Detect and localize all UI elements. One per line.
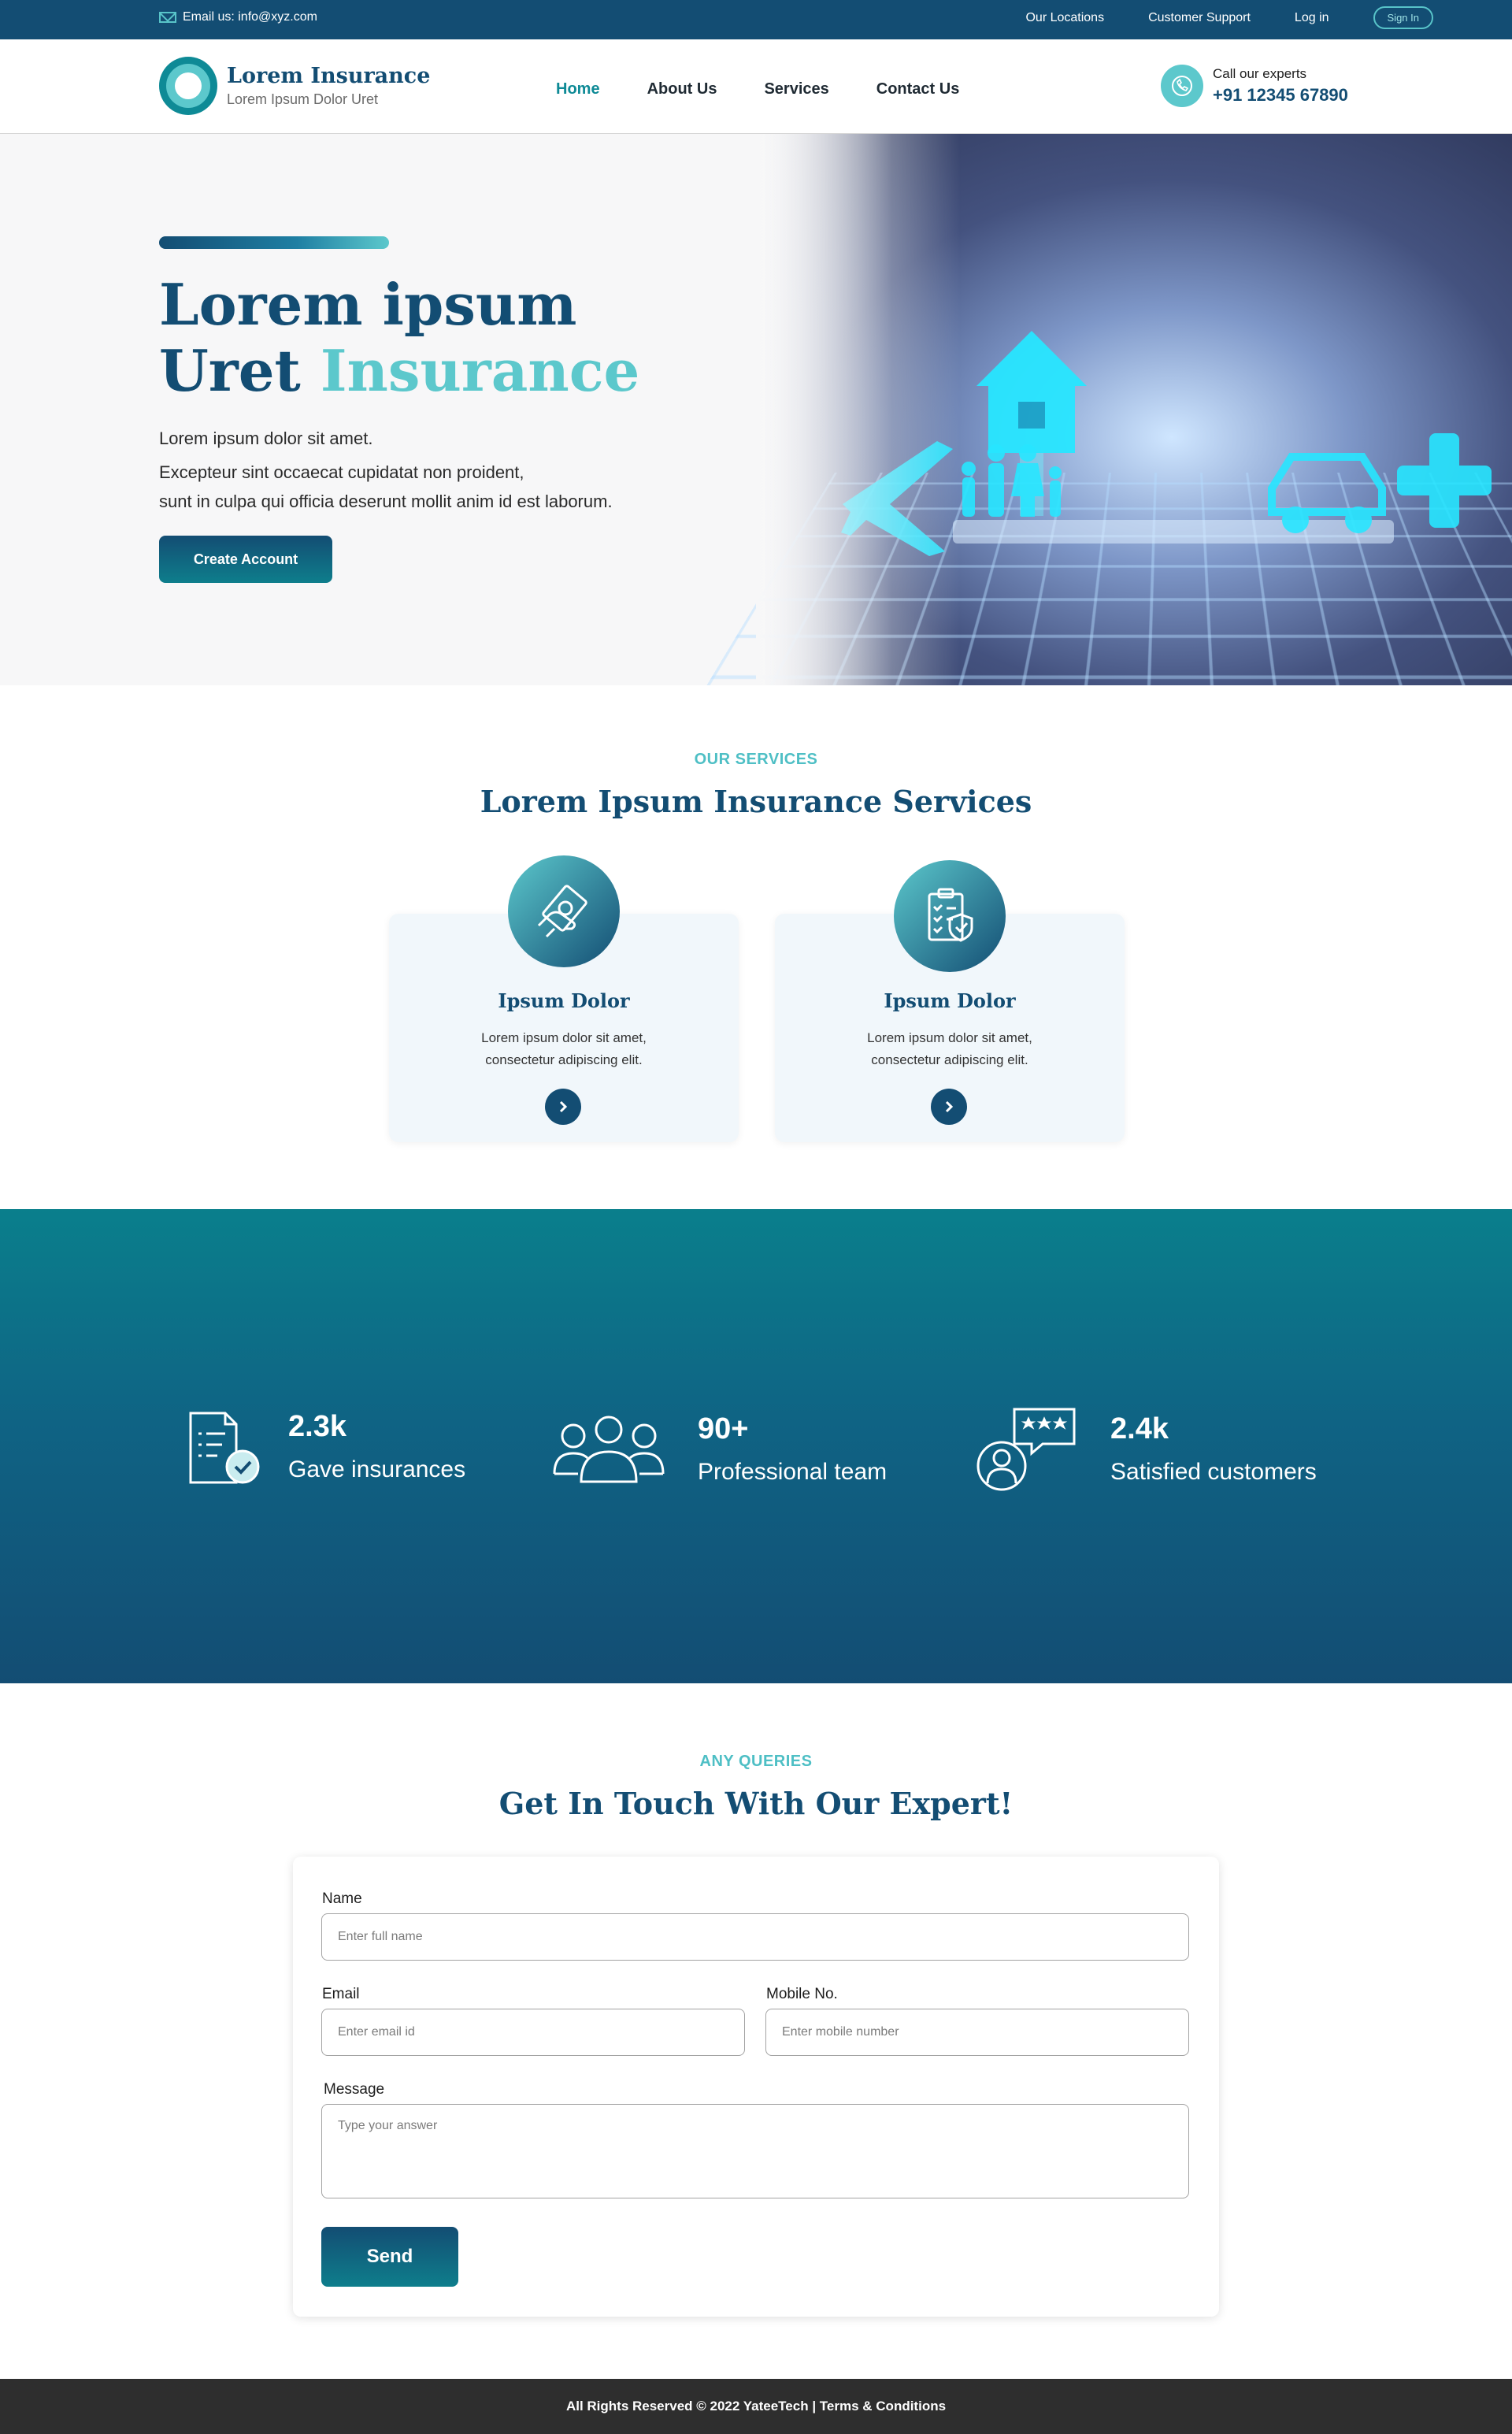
stat-item: 90+ Professional team [551, 1412, 887, 1488]
logo[interactable]: Lorem Insurance Lorem Ipsum Dolor Uret [159, 57, 430, 115]
call-experts[interactable]: Call our experts +91 12345 67890 [1161, 65, 1348, 107]
email-contact[interactable]: Email us: info@xyz.com [159, 10, 317, 24]
footer: All Rights Reserved © 2022 YateeTech | T… [0, 2379, 1512, 2434]
service-card-text: Lorem ipsum dolor sit amet, consectetur … [481, 1030, 647, 1067]
create-account-button[interactable]: Create Account [159, 536, 332, 583]
call-number[interactable]: +91 12345 67890 [1213, 85, 1348, 106]
stat-number: 90+ [698, 1412, 749, 1445]
mobile-input[interactable] [765, 2009, 1189, 2056]
customer-support-link[interactable]: Customer Support [1148, 11, 1251, 25]
call-label: Call our experts [1213, 66, 1307, 81]
signin-button[interactable]: Sign In [1373, 6, 1433, 29]
top-links: Our Locations Customer Support Log in Si… [981, 6, 1433, 29]
message-textarea[interactable] [321, 2104, 1189, 2198]
contact-eyebrow: ANY QUERIES [699, 1753, 813, 1770]
services-eyebrow: OUR SERVICES [694, 751, 818, 768]
stat-label: Gave insurances [288, 1456, 466, 1482]
services-title: Lorem Ipsum Insurance Services [480, 784, 1032, 819]
stat-label: Satisfied customers [1110, 1459, 1317, 1485]
message-label: Message [324, 2081, 385, 2098]
stat-label: Professional team [698, 1459, 888, 1485]
top-bar: Email us: info@xyz.com Our Locations Cus… [0, 0, 1512, 39]
send-button[interactable]: Send [321, 2227, 458, 2287]
name-input[interactable] [321, 1913, 1189, 1961]
contact-title: Get In Touch With Our Expert! [498, 1786, 1014, 1821]
hero-text-1: Lorem ipsum dolor sit amet. [159, 429, 373, 448]
logo-title: Lorem Insurance [227, 64, 431, 88]
stats-section: 2.3k Gave insurances 90+ Professional te… [0, 1209, 1512, 1683]
stat-item: 2.3k Gave insurances [186, 1410, 465, 1486]
hero-text-3: sunt in culpa qui officia deserunt molli… [159, 492, 613, 511]
email-label: Email us: info@xyz.com [183, 10, 317, 24]
chevron-right-icon[interactable] [545, 1089, 581, 1125]
stat-number: 2.3k [288, 1410, 346, 1443]
service-card-text: Lorem ipsum dolor sit amet, consectetur … [867, 1030, 1032, 1067]
service-card[interactable]: Ipsum Dolor Lorem ipsum dolor sit amet, … [389, 855, 739, 1142]
hero-title: Lorem ipsum Uret Insurance [159, 271, 640, 404]
email-label: Email [322, 1986, 360, 2002]
nav-contact[interactable]: Contact Us [876, 80, 960, 98]
stat-item: 2.4k Satisfied customers [976, 1406, 1317, 1493]
mail-icon [159, 12, 176, 23]
nav-home[interactable]: Home [556, 80, 600, 98]
our-locations-link[interactable]: Our Locations [1025, 11, 1104, 25]
mobile-label: Mobile No. [766, 1986, 838, 2002]
service-card-title: Ipsum Dolor [498, 989, 630, 1012]
logo-icon [159, 57, 217, 115]
hero-text-2: Excepteur sint occaecat cupidatat non pr… [159, 462, 524, 482]
service-card-title: Ipsum Dolor [884, 989, 1016, 1012]
family-icon [962, 444, 1062, 517]
nav-about[interactable]: About Us [647, 80, 717, 98]
name-label: Name [322, 1890, 362, 1907]
team-icon [553, 1416, 665, 1483]
hero-accent-bar [159, 236, 389, 249]
house-icon [976, 331, 1087, 453]
site-header: Lorem Insurance Lorem Ipsum Dolor Uret H… [0, 39, 1512, 134]
chevron-right-icon[interactable] [931, 1089, 967, 1125]
stat-number: 2.4k [1110, 1412, 1169, 1445]
document-check-icon [189, 1412, 260, 1484]
car-icon [1268, 453, 1386, 533]
money-hand-icon [508, 855, 620, 967]
hero-section: Lorem ipsum Uret Insurance Lorem ipsum d… [0, 134, 1512, 685]
footer-text: All Rights Reserved © 2022 YateeTech | T… [565, 2399, 947, 2414]
contact-form: Name Email Mobile No. Message Send [293, 1857, 1219, 2317]
phone-icon [1161, 65, 1203, 107]
clipboard-shield-icon [894, 860, 1006, 972]
customer-rating-icon [976, 1408, 1076, 1491]
login-link[interactable]: Log in [1295, 11, 1329, 25]
main-nav: Home About Us Services Contact Us [556, 80, 1006, 98]
service-card[interactable]: Ipsum Dolor Lorem ipsum dolor sit amet, … [775, 860, 1125, 1142]
logo-subtitle: Lorem Ipsum Dolor Uret [227, 91, 379, 107]
nav-services[interactable]: Services [764, 80, 828, 98]
hero-description: Lorem ipsum dolor sit amet. Excepteur si… [159, 424, 613, 516]
health-cross-icon [1397, 433, 1492, 528]
email-input[interactable] [321, 2009, 745, 2056]
